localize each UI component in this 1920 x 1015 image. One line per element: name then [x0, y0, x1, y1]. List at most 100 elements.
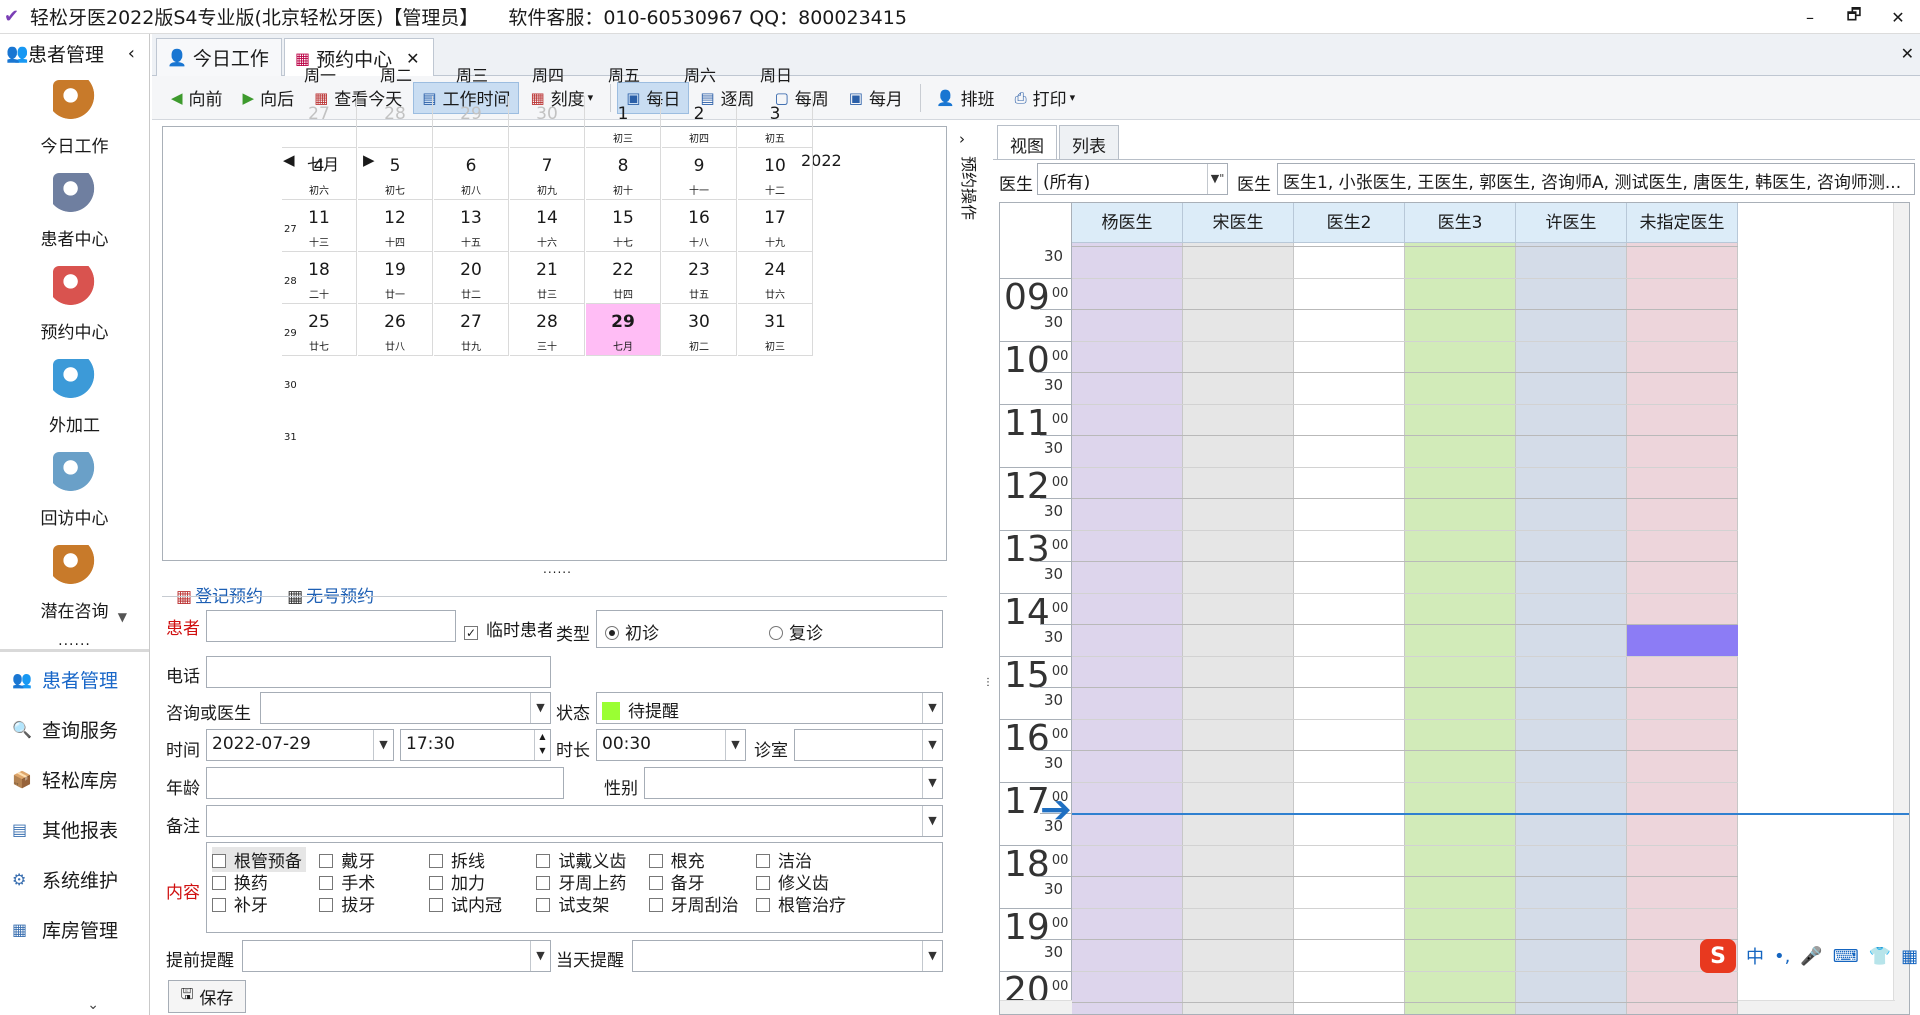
doctor-column-header[interactable]: 医生3	[1405, 203, 1516, 243]
note-input[interactable]: ▼	[206, 805, 943, 837]
spinner-arrows-icon[interactable]: ▲ ▼	[534, 730, 550, 760]
sameday-remind-select[interactable]: ▼	[632, 940, 943, 972]
doctor-list-input[interactable]: 医生1, 小张医生, 王医生, 郭医生, 咨询师A, 测试医生, 唐医生, 韩医…	[1277, 163, 1915, 195]
age-input[interactable]	[206, 767, 564, 799]
nav-item-2[interactable]: 预约中心	[0, 258, 149, 351]
calendar-day[interactable]: 30	[510, 96, 585, 148]
calendar-day[interactable]: 19 廿一	[358, 252, 433, 304]
doctor-column[interactable]	[1405, 243, 1516, 1014]
keyboard-icon[interactable]: ⌨	[1833, 946, 1859, 967]
calendar-day[interactable]: 27 廿九	[434, 304, 509, 356]
calendar-day[interactable]: 29 七月	[586, 304, 661, 356]
calendar-day[interactable]: 5 初七	[358, 148, 433, 200]
doctor-column[interactable]	[1516, 243, 1627, 1014]
prev-button[interactable]: ◀ 向前	[162, 82, 232, 114]
calendar-day[interactable]: 28 三十	[510, 304, 585, 356]
doctor-column[interactable]	[1072, 243, 1183, 1014]
nav-item-4[interactable]: 回访中心	[0, 444, 149, 537]
sogou-logo-icon[interactable]: S	[1700, 939, 1736, 973]
calendar-form-splitter[interactable]: ......	[543, 562, 572, 576]
splitter-grip[interactable]: ⋮	[983, 678, 993, 688]
nav-item-3[interactable]: 外加工	[0, 351, 149, 444]
doctor-column[interactable]	[1294, 243, 1405, 1014]
calendar-day[interactable]: 14 十六	[510, 200, 585, 252]
expand-arrow-icon[interactable]: ›	[959, 130, 965, 148]
room-select[interactable]: ▼	[794, 729, 943, 761]
content-checkbox[interactable]: 补牙	[211, 891, 268, 916]
calendar-day[interactable]: 17 十九	[738, 200, 813, 252]
nav-item-0[interactable]: 今日工作	[0, 72, 149, 165]
tab-today-work[interactable]: 👤 今日工作	[156, 38, 282, 76]
calendar-day[interactable]: 13 十五	[434, 200, 509, 252]
calendar-day[interactable]: 15 十七	[586, 200, 661, 252]
nav-list-item-1[interactable]: 🔍 查询服务	[0, 704, 149, 754]
calendar-day[interactable]: 22 廿四	[586, 252, 661, 304]
nav-list-item-2[interactable]: 📦 轻松库房	[0, 754, 149, 804]
time-spinner[interactable]: 17:30 ▲ ▼	[400, 729, 551, 761]
calendar-day[interactable]: 24 廿六	[738, 252, 813, 304]
calendar-day[interactable]: 3 初五	[738, 96, 813, 148]
calendar-day[interactable]: 9 十一	[662, 148, 737, 200]
nav-list-item-3[interactable]: ▤ 其他报表	[0, 804, 149, 854]
nav-list-item-0[interactable]: 👥 患者管理	[0, 654, 149, 704]
nav-splitter[interactable]: ▼ ......	[0, 610, 149, 654]
microphone-icon[interactable]: 🎤	[1800, 946, 1822, 967]
doctor-column-header[interactable]: 医生2	[1294, 203, 1405, 243]
schedule-button[interactable]: 👤 排班	[927, 82, 1004, 114]
temp-patient-checkbox[interactable]: ✓ 临时患者	[464, 616, 552, 641]
calendar-day[interactable]: 28	[358, 96, 433, 148]
vertical-scrollbar[interactable]	[1893, 203, 1909, 1014]
duration-select[interactable]: 00:30 ▼	[596, 729, 746, 761]
doctor-column-header[interactable]: 杨医生	[1072, 203, 1183, 243]
nav-list-item-4[interactable]: ⚙ 系统维护	[0, 854, 149, 904]
appointment-ops-label[interactable]: 预约操作	[959, 156, 978, 220]
appointment-block[interactable]	[1627, 625, 1738, 656]
tab-list[interactable]: 列表	[1059, 125, 1119, 159]
content-checkbox[interactable]: 试内冠	[429, 891, 502, 916]
content-checkbox[interactable]: 拔牙	[319, 891, 375, 916]
status-select[interactable]: 待提醒 ▼	[596, 692, 943, 724]
doctor-column[interactable]	[1183, 243, 1294, 1014]
skin-icon[interactable]: 👕	[1869, 946, 1891, 967]
nav-list-item-5[interactable]: ▦ 库房管理	[0, 904, 149, 954]
save-button[interactable]: 🖫 保存	[168, 980, 246, 1013]
calendar-day[interactable]: 10 十二	[738, 148, 813, 200]
calendar-day[interactable]: 7 初九	[510, 148, 585, 200]
calendar-day[interactable]: 4 初六	[282, 148, 357, 200]
first-visit-radio[interactable]: 初诊	[605, 619, 659, 644]
calendar-day[interactable]: 30 初二	[662, 304, 737, 356]
toolbox-icon[interactable]: ▦	[1901, 946, 1918, 967]
ime-punctuation-icon[interactable]: •,	[1774, 946, 1790, 967]
close-all-tabs-icon[interactable]: ✕	[1901, 44, 1914, 63]
calendar-day[interactable]: 6 初八	[434, 148, 509, 200]
doctor-column-header[interactable]: 许医生	[1516, 203, 1627, 243]
print-dropdown[interactable]: ⎙ 打印 ▾	[1006, 82, 1085, 114]
calendar-day[interactable]: 2 初四	[662, 96, 737, 148]
tab-view[interactable]: 视图	[997, 125, 1057, 159]
close-button[interactable]: ✕	[1876, 0, 1920, 34]
collapse-nav-button[interactable]: ‹	[128, 43, 135, 64]
month-view-button[interactable]: ▣ 每月	[840, 82, 912, 114]
return-visit-radio[interactable]: 复诊	[769, 619, 823, 644]
minimize-button[interactable]: –	[1788, 0, 1832, 34]
content-checkbox[interactable]: 牙周刮治	[648, 891, 739, 916]
doctor-filter-select[interactable]: (所有) ▼"	[1037, 163, 1228, 195]
doctor-column-header[interactable]: 宋医生	[1183, 203, 1294, 243]
phone-input[interactable]	[206, 656, 551, 688]
calendar-day[interactable]: 29	[434, 96, 509, 148]
nav-item-1[interactable]: 患者中心	[0, 165, 149, 258]
calendar-day[interactable]: 12 十四	[358, 200, 433, 252]
nav-scroll-down-icon[interactable]: ▼	[118, 610, 127, 624]
doctor-select[interactable]: ▼	[260, 692, 551, 724]
patient-input[interactable]	[206, 610, 456, 642]
gender-select[interactable]: ▼	[644, 767, 943, 799]
nav-more-icon[interactable]: ⌄	[87, 997, 99, 1013]
calendar-day[interactable]: 16 十八	[662, 200, 737, 252]
calendar-day[interactable]: 23 廿五	[662, 252, 737, 304]
calendar-day[interactable]: 21 廿三	[510, 252, 585, 304]
calendar-day[interactable]: 26 廿八	[358, 304, 433, 356]
calendar-day[interactable]: 20 廿二	[434, 252, 509, 304]
calendar-day[interactable]: 8 初十	[586, 148, 661, 200]
advance-remind-select[interactable]: ▼	[242, 940, 551, 972]
date-picker[interactable]: 2022-07-29 ▼	[206, 729, 394, 761]
